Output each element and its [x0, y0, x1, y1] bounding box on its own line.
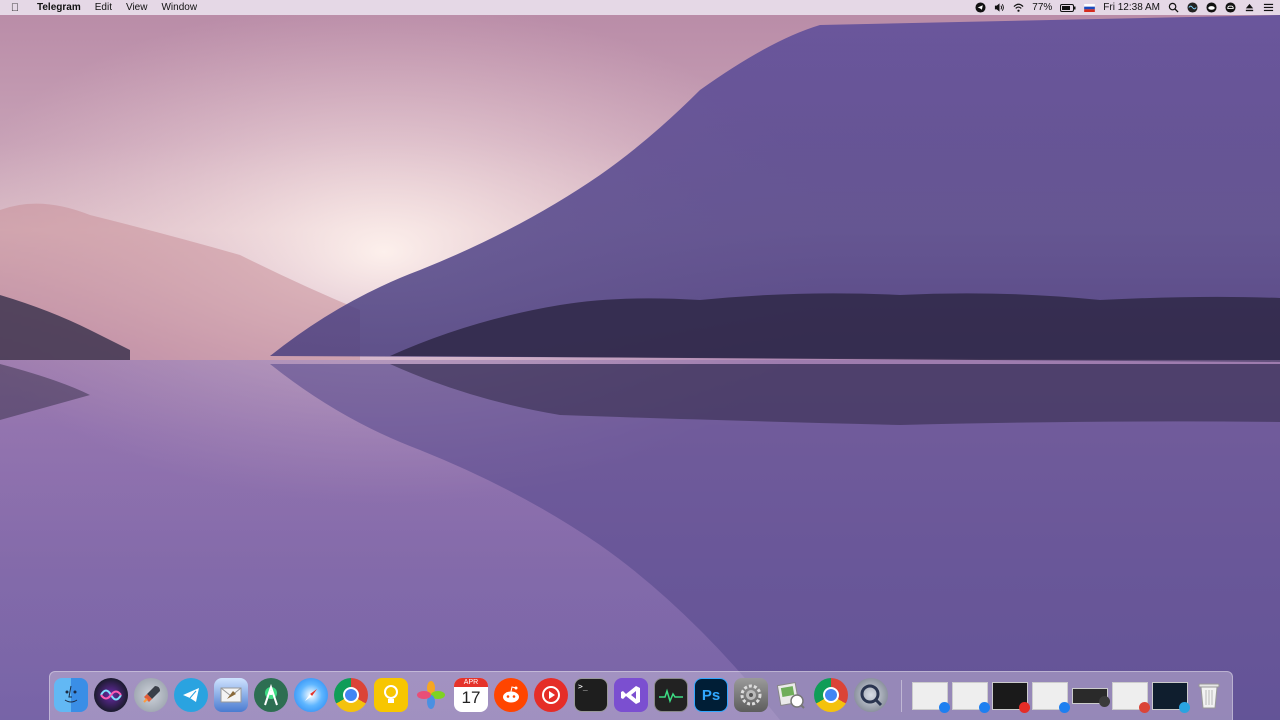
- desktop-wallpaper: [0, 0, 1280, 720]
- dock-youtube[interactable]: [534, 678, 568, 712]
- calendar-icon: APR 17: [454, 678, 488, 712]
- search-icon[interactable]: [1168, 2, 1179, 13]
- safari-icon: [939, 702, 950, 713]
- finder-icon: [54, 678, 88, 712]
- telegram-status-icon[interactable]: [975, 2, 986, 13]
- siri-icon: [94, 678, 128, 712]
- dock-finder[interactable]: [54, 678, 88, 712]
- apple-menu-icon[interactable]: : [0, 2, 30, 14]
- preview-icon: [774, 678, 808, 712]
- gear-icon: [734, 678, 768, 712]
- safari-icon: [294, 678, 328, 712]
- dock-tips[interactable]: [374, 678, 408, 712]
- trash-icon: [1192, 678, 1226, 712]
- photoshop-label: Ps: [701, 686, 721, 704]
- menu-edit[interactable]: Edit: [88, 0, 119, 15]
- quicktime-icon: [1099, 696, 1110, 707]
- dock-preview[interactable]: [774, 678, 808, 712]
- launchpad-icon: [134, 678, 168, 712]
- dock-activity-monitor[interactable]: [654, 678, 688, 712]
- photos-icon: [414, 678, 448, 712]
- lightbulb-icon: [374, 678, 408, 712]
- dock-android-studio[interactable]: [254, 678, 288, 712]
- volume-icon[interactable]: [994, 2, 1005, 13]
- battery-percent: 77%: [1032, 2, 1053, 13]
- dock-mail[interactable]: [214, 678, 248, 712]
- android-studio-icon: [254, 678, 288, 712]
- dock-chrome-2[interactable]: [814, 678, 848, 712]
- notification-center-icon[interactable]: [1263, 2, 1274, 13]
- dock-telegram[interactable]: [174, 678, 208, 712]
- chrome-icon: [334, 678, 368, 712]
- dock-reddit[interactable]: [494, 678, 528, 712]
- creative-cloud-icon[interactable]: [1225, 2, 1236, 13]
- battery-icon[interactable]: [1060, 2, 1076, 13]
- flag-icon[interactable]: [1084, 2, 1096, 13]
- minimized-window-4[interactable]: [1032, 682, 1070, 713]
- youtube-icon: [1019, 702, 1030, 713]
- safari-icon: [979, 702, 990, 713]
- dock: APR 17 >_ Ps: [49, 671, 1233, 720]
- youtube-icon: [534, 678, 568, 712]
- minimized-window-5[interactable]: [1072, 688, 1110, 707]
- telegram-icon: [1179, 702, 1190, 713]
- finder-icon: [1059, 702, 1070, 713]
- minimized-window-2[interactable]: [952, 682, 990, 713]
- calendar-day: 17: [461, 688, 481, 707]
- menu-view[interactable]: View: [119, 0, 155, 15]
- dock-safari[interactable]: [294, 678, 328, 712]
- mail-icon: [214, 678, 248, 712]
- dock-separator: [901, 680, 902, 712]
- minimized-window-3[interactable]: [992, 682, 1030, 713]
- visual-studio-icon: [614, 678, 648, 712]
- minimized-window-6[interactable]: [1112, 682, 1150, 713]
- dock-calendar[interactable]: APR 17: [454, 678, 488, 712]
- cloud-icon[interactable]: [1206, 2, 1217, 13]
- dock-photos[interactable]: [414, 678, 448, 712]
- wifi-icon[interactable]: [1013, 2, 1024, 13]
- dock-chrome[interactable]: [334, 678, 368, 712]
- dock-launchpad[interactable]: [134, 678, 168, 712]
- dock-system-preferences[interactable]: [734, 678, 768, 712]
- minimized-window-7[interactable]: [1152, 682, 1190, 713]
- calendar-month: APR: [454, 678, 488, 687]
- terminal-icon: >_: [574, 678, 608, 712]
- dock-quicktime[interactable]: [854, 678, 888, 712]
- menu-app-name[interactable]: Telegram: [30, 0, 88, 15]
- photoshop-icon: Ps: [694, 678, 728, 712]
- activity-monitor-icon: [654, 678, 688, 712]
- minimized-window-1[interactable]: [912, 682, 950, 713]
- clock[interactable]: Fri 12:38 AM: [1103, 0, 1160, 15]
- dock-trash[interactable]: [1192, 678, 1226, 712]
- chrome-icon: [1139, 702, 1150, 713]
- dock-terminal[interactable]: >_: [574, 678, 608, 712]
- menu-bar:  Telegram Edit View Window 77% Fri 12:3…: [0, 0, 1280, 15]
- dock-siri[interactable]: [94, 678, 128, 712]
- telegram-icon: [174, 678, 208, 712]
- reddit-icon: [494, 678, 528, 712]
- dock-visual-studio[interactable]: [614, 678, 648, 712]
- eject-icon[interactable]: [1244, 2, 1255, 13]
- chrome-icon: [814, 678, 848, 712]
- dock-photoshop[interactable]: Ps: [694, 678, 728, 712]
- quicktime-icon: [854, 678, 888, 712]
- siri-icon[interactable]: [1187, 2, 1198, 13]
- menu-window[interactable]: Window: [154, 0, 204, 15]
